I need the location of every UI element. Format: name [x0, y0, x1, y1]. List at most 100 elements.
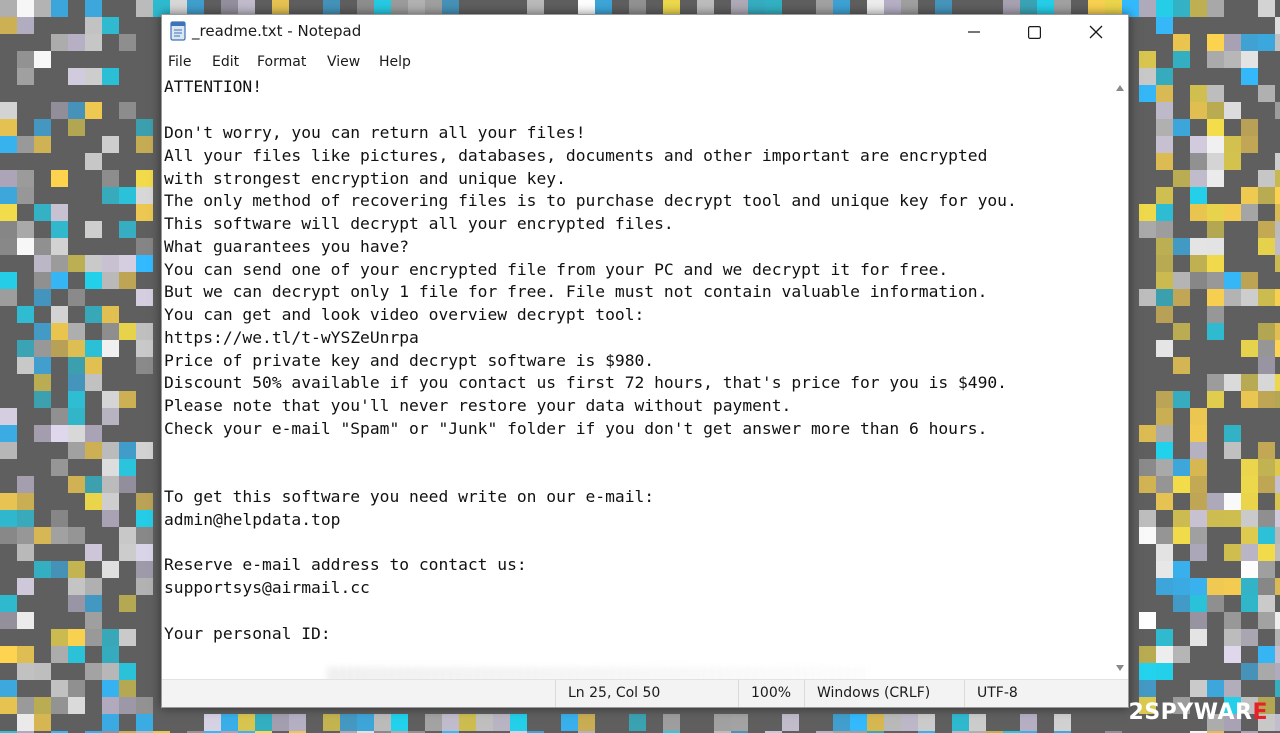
mosaic-tile: [1173, 527, 1190, 544]
mosaic-tile: [119, 323, 136, 340]
mosaic-tile: [1139, 221, 1156, 238]
mosaic-tile: [85, 629, 102, 646]
mosaic-tile: [1190, 425, 1207, 442]
mosaic-tile: [68, 68, 85, 85]
mosaic-tile: [0, 204, 17, 221]
mosaic-tile: [102, 136, 119, 153]
scroll-down-icon[interactable]: [1116, 665, 1124, 671]
mosaic-tile: [1241, 34, 1258, 51]
mosaic-tile: [68, 476, 85, 493]
mosaic-tile: [102, 306, 119, 323]
text-editor[interactable]: ATTENTION! Don't worry, you can return al…: [162, 75, 1112, 681]
mosaic-tile: [17, 697, 34, 714]
text-line: ATTENTION!: [164, 77, 263, 96]
mosaic-tile: [34, 0, 51, 17]
mosaic-tile: [136, 442, 153, 459]
mosaic-tile: [1258, 459, 1275, 476]
notepad-window: _readme.txt - Notepad File Edit Format V…: [161, 14, 1129, 708]
mosaic-tile: [51, 323, 68, 340]
mosaic-tile: [1224, 629, 1241, 646]
mosaic-tile: [119, 629, 136, 646]
mosaic-tile: [1207, 680, 1224, 697]
scroll-up-icon[interactable]: [1116, 85, 1124, 91]
maximize-button[interactable]: [1004, 15, 1064, 49]
mosaic-tile: [1139, 646, 1156, 663]
menu-edit[interactable]: Edit: [212, 54, 239, 70]
menu-format[interactable]: Format: [257, 54, 306, 70]
notepad-app-icon: [170, 21, 186, 41]
mosaic-tile: [1224, 272, 1241, 289]
mosaic-tile: [1207, 204, 1224, 221]
mosaic-tile: [119, 442, 136, 459]
mosaic-tile: [1173, 170, 1190, 187]
mosaic-tile: [136, 493, 153, 510]
mosaic-tile: [221, 714, 238, 731]
mosaic-tile: [1190, 459, 1207, 476]
mosaic-tile: [68, 119, 85, 136]
text-line: Your personal ID:: [164, 624, 331, 643]
mosaic-tile: [578, 714, 595, 731]
mosaic-tile: [1207, 323, 1224, 340]
mosaic-tile: [85, 68, 102, 85]
text-line: This software will decrypt all your encr…: [164, 214, 674, 233]
mosaic-tile: [51, 408, 68, 425]
mosaic-tile: [1156, 255, 1173, 272]
mosaic-tile: [17, 340, 34, 357]
mosaic-tile: [136, 289, 153, 306]
mosaic-tile: [68, 34, 85, 51]
mosaic-tile: [1275, 170, 1280, 187]
mosaic-tile: [51, 170, 68, 187]
mosaic-tile: [1156, 646, 1173, 663]
mosaic-tile: [1207, 0, 1224, 17]
mosaic-tile: [1241, 663, 1258, 680]
mosaic-tile: [1207, 34, 1224, 51]
mosaic-tile: [85, 442, 102, 459]
mosaic-tile: [1190, 136, 1207, 153]
menu-view[interactable]: View: [327, 54, 360, 70]
mosaic-tile: [1275, 663, 1280, 680]
mosaic-tile: [102, 408, 119, 425]
mosaic-tile: [1190, 85, 1207, 102]
mosaic-tile: [68, 323, 85, 340]
mosaic-tile: [1224, 102, 1241, 119]
close-button[interactable]: [1066, 15, 1126, 49]
mosaic-tile: [17, 51, 34, 68]
mosaic-tile: [1258, 391, 1275, 408]
mosaic-tile: [1207, 391, 1224, 408]
mosaic-tile: [1275, 510, 1280, 527]
mosaic-tile: [340, 714, 357, 731]
mosaic-tile: [85, 612, 102, 629]
vertical-scrollbar[interactable]: [1112, 75, 1128, 681]
mosaic-tile: [85, 0, 102, 17]
mosaic-tile: [1224, 425, 1241, 442]
mosaic-tile: [1139, 51, 1156, 68]
mosaic-tile: [1224, 510, 1241, 527]
mosaic-tile: [0, 102, 17, 119]
mosaic-tile: [136, 510, 153, 527]
mosaic-tile: [17, 612, 34, 629]
mosaic-tile: [0, 0, 17, 17]
mosaic-tile: [1156, 476, 1173, 493]
menu-help[interactable]: Help: [379, 54, 411, 70]
close-icon: [1089, 25, 1103, 39]
minimize-button[interactable]: [944, 15, 1004, 49]
menu-file[interactable]: File: [168, 54, 191, 70]
mosaic-tile: [1173, 595, 1190, 612]
mosaic-tile: [1207, 306, 1224, 323]
mosaic-tile: [1224, 204, 1241, 221]
title-bar[interactable]: _readme.txt - Notepad: [162, 15, 1128, 49]
mosaic-tile: [1156, 459, 1173, 476]
mosaic-tile: [85, 476, 102, 493]
mosaic-tile: [459, 714, 476, 731]
mosaic-tile: [1241, 510, 1258, 527]
mosaic-tile: [17, 578, 34, 595]
mosaic-tile: [1275, 187, 1280, 204]
mosaic-tile: [1190, 544, 1207, 561]
mosaic-tile: [1156, 221, 1173, 238]
mosaic-tile: [34, 374, 51, 391]
mosaic-tile: [102, 629, 119, 646]
mosaic-tile: [102, 697, 119, 714]
mosaic-tile: [1190, 442, 1207, 459]
mosaic-tile: [51, 221, 68, 238]
mosaic-tile: [1258, 612, 1275, 629]
